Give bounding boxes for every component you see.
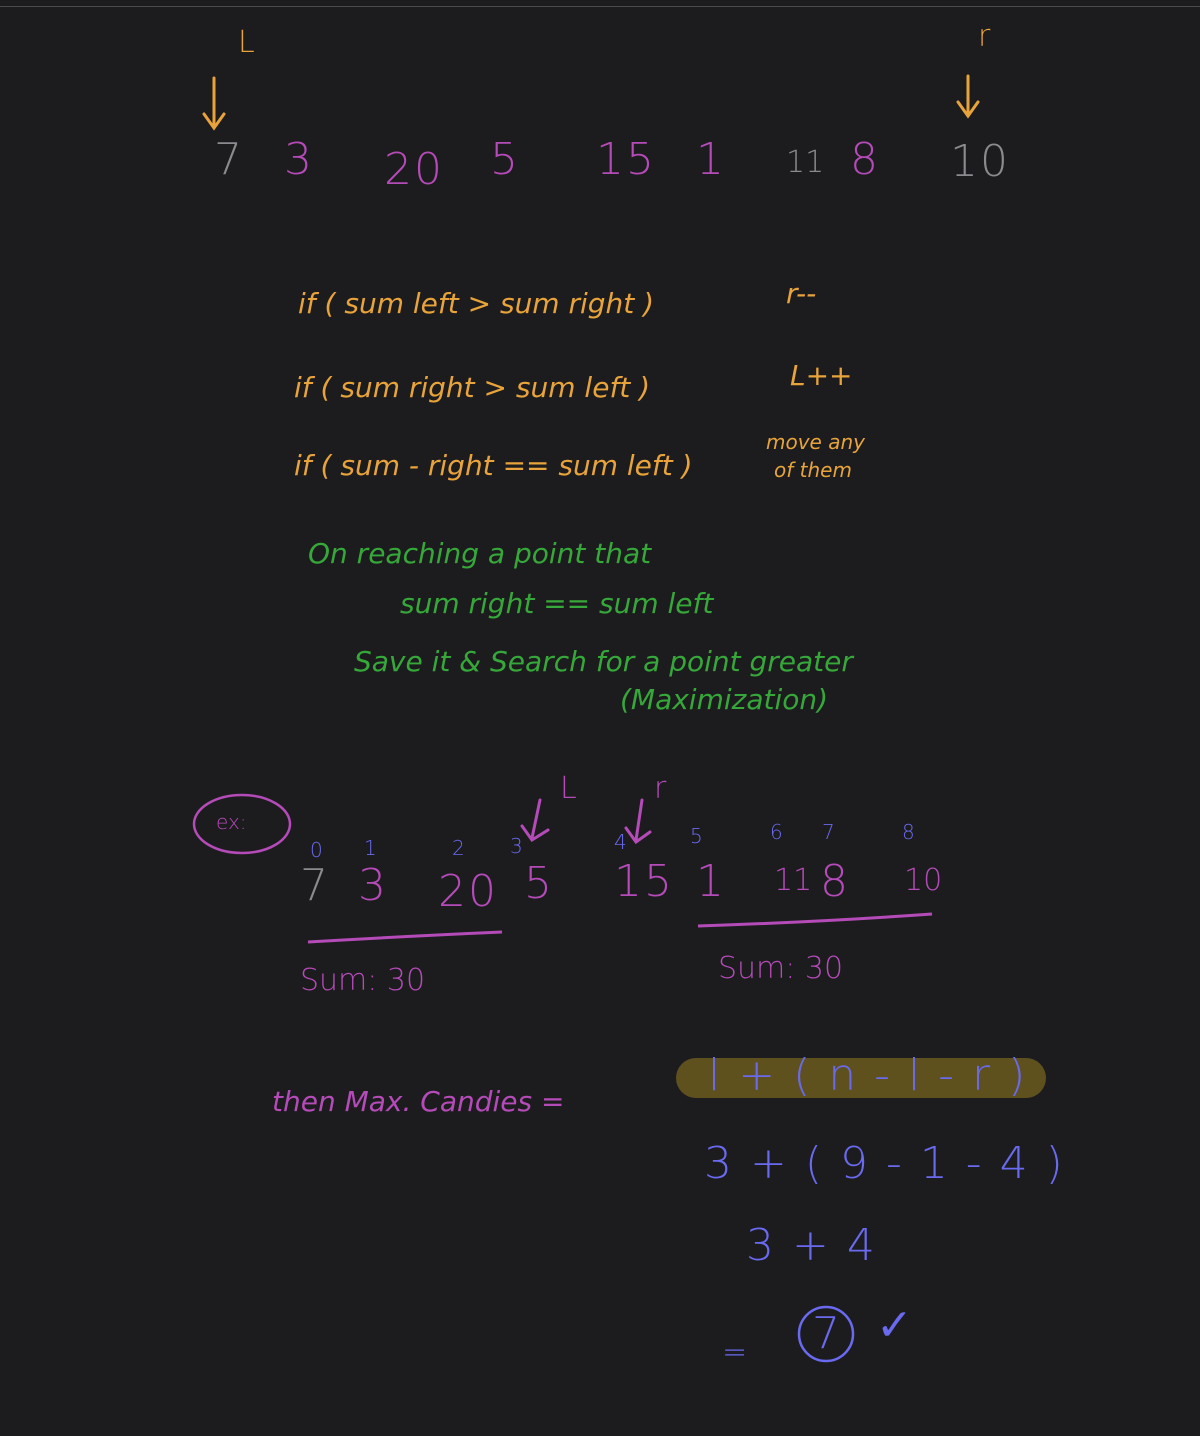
down-arrow-icon xyxy=(624,798,652,845)
formula-line: 3 + 4 xyxy=(746,1220,877,1271)
example-pointer-left-label: L xyxy=(560,771,577,806)
note-line: (Maximization) xyxy=(620,683,829,716)
example-number: 5 xyxy=(524,858,554,909)
formula-label: then Max. Candies = xyxy=(272,1085,565,1118)
example-tag: ex: xyxy=(216,810,247,834)
top-number: 15 xyxy=(596,134,656,185)
note-line: Save it & Search for a point greater xyxy=(354,645,853,678)
example-number: 20 xyxy=(438,866,498,917)
example-index: 1 xyxy=(364,836,377,860)
condition-action: L++ xyxy=(790,359,853,392)
condition-line: if ( sum - right == sum left ) xyxy=(294,449,693,482)
example-index: 4 xyxy=(614,830,627,854)
formula-equals: = xyxy=(722,1335,748,1370)
top-pointer-right-label: r xyxy=(978,19,991,54)
sum-left-label: Sum: 30 xyxy=(300,963,426,998)
example-index: 5 xyxy=(690,824,703,848)
top-pointer-left-label: L xyxy=(238,25,255,60)
example-index: 3 xyxy=(510,834,523,858)
condition-line: if ( sum left > sum right ) xyxy=(298,287,655,320)
condition-action: of them xyxy=(774,458,852,482)
example-number: 3 xyxy=(358,860,388,911)
formula-result: 7 xyxy=(812,1308,842,1359)
top-number: 3 xyxy=(284,134,314,185)
example-number: 1 xyxy=(696,856,726,907)
formula-line: 3 + ( 9 - 1 - 4 ) xyxy=(704,1138,1065,1189)
example-number: 8 xyxy=(820,856,850,907)
condition-action: r-- xyxy=(786,277,817,310)
top-number: 5 xyxy=(490,134,520,185)
top-number: 7 xyxy=(214,134,244,185)
example-index: 8 xyxy=(902,820,915,844)
example-index: 2 xyxy=(452,836,465,860)
down-arrow-icon xyxy=(202,76,226,131)
example-number: 10 xyxy=(904,863,943,898)
down-arrow-icon xyxy=(520,798,550,843)
example-pointer-right-label: r xyxy=(654,771,667,806)
example-index: 0 xyxy=(310,838,323,862)
top-number: 1 xyxy=(696,134,726,185)
example-number: 11 xyxy=(774,863,813,898)
top-number: 20 xyxy=(384,144,444,195)
condition-line: if ( sum right > sum left ) xyxy=(294,371,651,404)
left-sum-underline xyxy=(307,930,503,944)
example-number: 15 xyxy=(614,856,674,907)
formula-line: l + ( n - l - r ) xyxy=(708,1050,1028,1101)
example-index: 7 xyxy=(822,820,835,844)
top-number: 10 xyxy=(950,136,1010,187)
note-line: sum right == sum left xyxy=(400,587,714,620)
top-number: 11 xyxy=(786,145,825,180)
down-arrow-icon xyxy=(956,74,980,119)
check-mark-icon: ✓ xyxy=(876,1300,915,1351)
top-number: 8 xyxy=(850,134,880,185)
condition-action: move any xyxy=(766,430,865,454)
note-line: On reaching a point that xyxy=(308,537,652,570)
example-index: 6 xyxy=(770,820,783,844)
right-sum-underline xyxy=(697,912,933,928)
sum-right-label: Sum: 30 xyxy=(718,951,844,986)
example-number: 7 xyxy=(300,860,330,911)
handwriting-strokes xyxy=(192,74,1046,1363)
